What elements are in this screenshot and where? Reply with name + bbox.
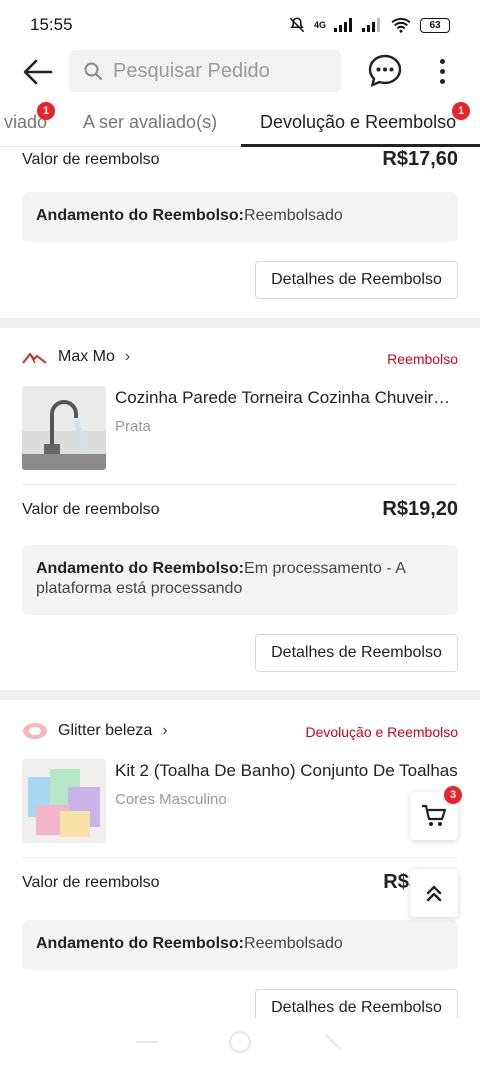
divider xyxy=(22,484,458,485)
order-status: Reembolso xyxy=(387,351,458,367)
search-placeholder: Pesquisar Pedido xyxy=(113,59,270,82)
product-name: Cozinha Parede Torneira Cozinha Chuveiro… xyxy=(115,388,458,407)
product-variant: Cores Masculino xyxy=(115,791,227,808)
status-bar: 15:55 4G 63 xyxy=(0,0,480,50)
refund-amount: R$19,20 xyxy=(382,498,458,520)
cart-badge: 3 xyxy=(444,786,462,804)
progress-value: Reembolsado xyxy=(244,935,343,952)
cart-icon xyxy=(422,804,447,826)
tab-badge: 1 xyxy=(37,102,55,120)
refund-amount-row: Valor de reembolso R$19,20 xyxy=(22,498,458,521)
progress-label: Andamento do Reembolso: xyxy=(36,207,245,224)
more-dot-icon xyxy=(439,78,445,84)
search-input[interactable]: Pesquisar Pedido xyxy=(69,50,341,92)
top-bar: Pesquisar Pedido xyxy=(0,48,480,94)
chat-icon xyxy=(368,54,402,88)
nav-home-icon[interactable] xyxy=(228,1031,251,1053)
refund-details-button[interactable]: Detalhes de Reembolso xyxy=(255,634,458,672)
refund-details-button[interactable]: Detalhes de Reembolso xyxy=(255,989,458,1018)
refund-amount-row: Valor de reembolso R$17,60 xyxy=(22,148,458,171)
progress-value: Reembolsado xyxy=(244,207,343,224)
product-name: Kit 2 (Toalha De Banho) Conjunto De Toal… xyxy=(115,761,458,780)
order-tabs: viado 1 A ser avaliado(s) Devolução e Re… xyxy=(0,100,480,147)
refund-details-button[interactable]: Detalhes de Reembolso xyxy=(255,261,458,299)
order-list[interactable]: Valor de reembolso R$17,60 Andamento do … xyxy=(0,148,480,1018)
tab-to-review[interactable]: A ser avaliado(s) xyxy=(83,112,217,133)
network-label: 4G xyxy=(313,20,326,30)
more-dot-icon xyxy=(439,58,445,64)
more-options-button[interactable] xyxy=(430,52,454,90)
refund-amount-row: Valor de reembolso R$3 xyxy=(22,871,458,894)
product-image xyxy=(22,386,106,470)
chevron-right-icon: › xyxy=(162,722,168,739)
battery-indicator: 63 xyxy=(420,17,450,33)
product-image xyxy=(22,759,106,843)
progress-label: Andamento do Reembolso: xyxy=(36,935,245,952)
back-button[interactable] xyxy=(20,54,56,90)
section-divider xyxy=(0,318,480,328)
status-icons: 4G 63 xyxy=(288,16,450,34)
shop-name: Max Mo xyxy=(58,348,115,365)
refund-progress: Andamento do Reembolso:Em processamento … xyxy=(22,545,458,615)
signal-icon xyxy=(334,18,352,32)
product-variant: Prata xyxy=(115,418,151,435)
refund-label: Valor de reembolso xyxy=(22,500,160,518)
divider xyxy=(22,857,458,858)
refund-progress: Andamento do Reembolso:Reembolsado xyxy=(22,192,458,242)
active-tab-indicator xyxy=(241,144,480,147)
refund-progress: Andamento do Reembolso:Reembolsado xyxy=(22,920,458,970)
back-arrow-icon xyxy=(23,59,53,85)
double-chevron-up-icon xyxy=(426,885,442,902)
shop-logo-icon xyxy=(23,723,47,739)
product-item[interactable]: Cozinha Parede Torneira Cozinha Chuveiro… xyxy=(22,386,458,470)
refund-label: Valor de reembolso xyxy=(22,873,160,891)
shop-link[interactable]: Max Mo › xyxy=(22,348,130,366)
refund-amount: R$17,60 xyxy=(382,148,458,170)
search-icon xyxy=(84,62,102,80)
refund-label: Valor de reembolso xyxy=(22,150,160,168)
scroll-to-top-button[interactable] xyxy=(410,869,458,917)
shop-link[interactable]: Glitter beleza › xyxy=(22,721,168,741)
tab-badge: 1 xyxy=(452,102,470,120)
shop-name: Glitter beleza xyxy=(58,722,153,739)
shop-logo-icon xyxy=(22,352,47,364)
section-divider xyxy=(0,690,480,700)
chat-button[interactable] xyxy=(366,52,404,90)
tab-returns-refunds[interactable]: Devolução e Reembolso xyxy=(260,112,456,133)
status-time: 15:55 xyxy=(30,15,73,34)
nav-back-icon[interactable] xyxy=(322,1031,344,1053)
more-dot-icon xyxy=(439,68,445,74)
system-nav-bar xyxy=(0,1018,480,1066)
signal-2-icon xyxy=(362,18,380,32)
mute-bell-icon xyxy=(289,17,305,33)
nav-recents-icon[interactable] xyxy=(135,1041,158,1043)
order-status: Devolução e Reembolso xyxy=(305,724,458,740)
progress-label: Andamento do Reembolso: xyxy=(36,560,245,577)
product-item[interactable]: Kit 2 (Toalha De Banho) Conjunto De Toal… xyxy=(22,759,458,843)
wifi-icon xyxy=(391,18,411,33)
chevron-right-icon: › xyxy=(124,348,131,365)
